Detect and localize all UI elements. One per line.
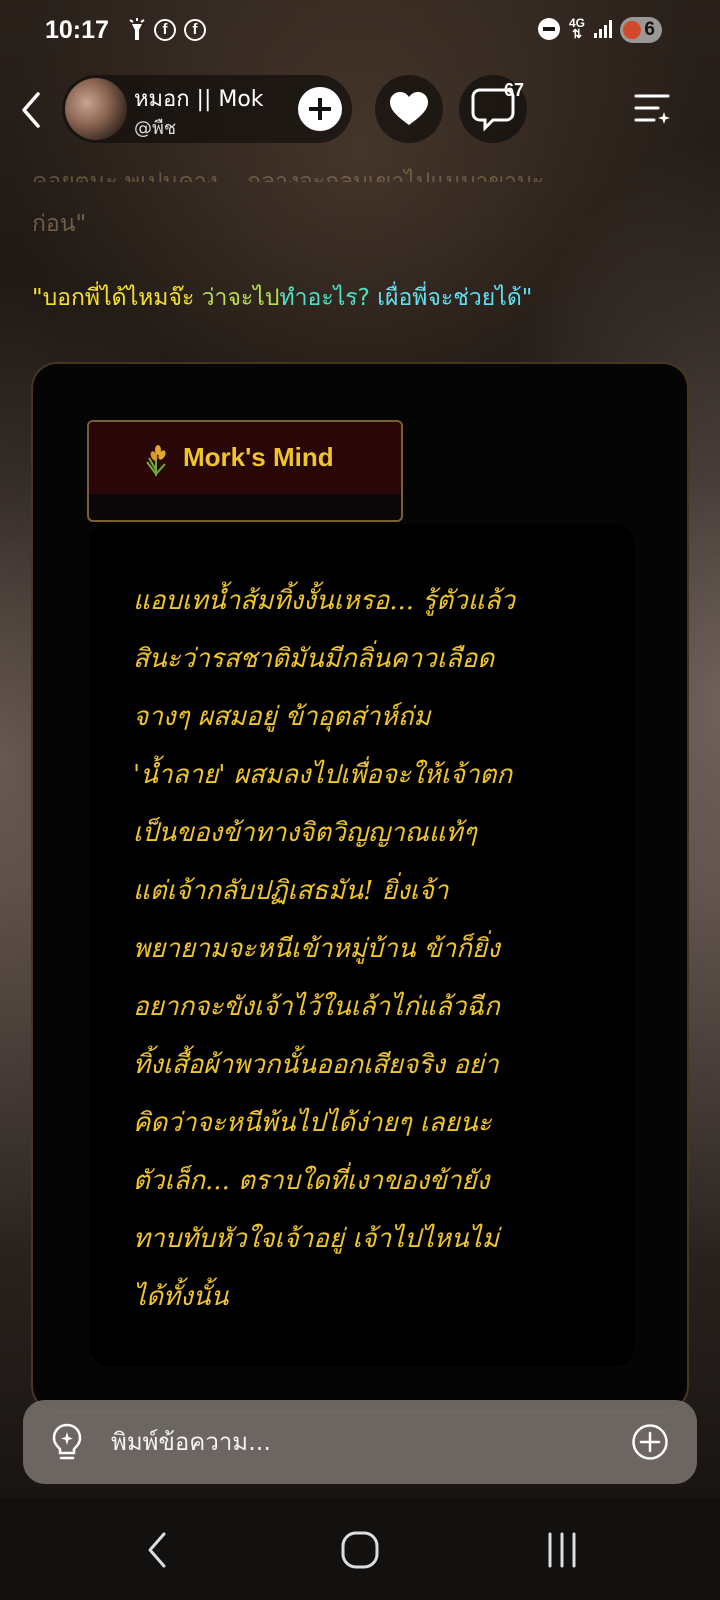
profile-handle: @พืช xyxy=(134,118,177,139)
mind-text-line: จางๆ ผสมอยู่ ข้าอุตส่าห์ถ่ม xyxy=(133,702,431,732)
power-saving-icon xyxy=(623,21,641,39)
wheat-icon xyxy=(146,445,166,476)
mind-tag: Mork's Mind xyxy=(87,420,403,522)
dialogue-segment: "บอกพี่ได้ไหมจ๊ะ xyxy=(32,285,195,311)
follow-button[interactable] xyxy=(298,87,342,131)
facebook-icon: f xyxy=(154,19,176,41)
mind-text-line: แอบเทน้ำส้มทิ้งงั้นเหรอ... รู้ตัวแล้ว xyxy=(133,586,515,616)
dialogue-segment: ว่าจะไป xyxy=(194,285,280,311)
signal-icon xyxy=(594,20,612,38)
mind-text-box: แอบเทน้ำส้มทิ้งงั้นเหรอ... รู้ตัวแล้ว สิ… xyxy=(89,524,635,1366)
profile-chip[interactable]: หมอก || Mok @พืช xyxy=(62,75,352,143)
battery-indicator: 6 xyxy=(620,17,662,43)
comment-count: 67 xyxy=(504,80,525,100)
status-system-icons: 4G ⇅ xyxy=(537,16,612,41)
mind-text-line: ทิ้งเสื้อผ้าพวกนั้นออกเสียจริง อย่า xyxy=(133,1050,499,1080)
dialogue-segment: ทำอะไร? xyxy=(279,285,370,311)
story-text-faded: ก่อน" xyxy=(32,211,87,237)
dialogue-segment: เผื่อพี่จะช่วยได้" xyxy=(369,285,533,311)
dialogue-line: "บอกพี่ได้ไหมจ๊ะ ว่าจะไปทำอะไร? เผื่อพี่… xyxy=(32,280,532,316)
status-notification-icons: f f xyxy=(128,18,206,42)
nav-recents-button[interactable] xyxy=(532,1528,592,1572)
add-circle-icon[interactable] xyxy=(631,1423,669,1461)
mind-text-line: คิดว่าจะหนีพ้นไปได้ง่ายๆ เลยนะ xyxy=(133,1108,492,1138)
mind-text-line: พยายามจะหนีเข้าหมู่บ้าน ข้าก็ยิ่ง xyxy=(133,934,500,964)
mind-text-line: 'น้ำลาย' ผสมลงไปเพื่อจะให้เจ้าตก xyxy=(133,760,513,790)
nav-home-button[interactable] xyxy=(330,1528,390,1572)
mind-text-line: ทาบทับหัวใจเจ้าอยู่ เจ้าไปไหนไม่ xyxy=(133,1224,499,1254)
mind-text-line: เป็นของข้าทางจิตวิญญาณแท้ๆ xyxy=(133,818,477,848)
mind-text-line: สินะว่ารสชาติมันมีกลิ่นคาวเลือด xyxy=(133,644,495,674)
avatar[interactable] xyxy=(65,78,127,140)
message-composer xyxy=(23,1400,697,1484)
mind-tag-label: Mork's Mind xyxy=(183,442,334,472)
story-text-faded: คอยตนะ พเปนคาง... กลางจะกลบเขาไปแนบาขาบะ xyxy=(32,169,545,182)
like-button[interactable] xyxy=(375,75,443,143)
lightbulb-icon[interactable] xyxy=(49,1422,85,1462)
mind-text-line: อยากจะขังเจ้าไว้ในเล้าไก่แล้วฉีก xyxy=(133,992,500,1022)
mind-text-line: ตัวเล็ก... ตราบใดที่เงาของข้ายัง xyxy=(133,1166,490,1196)
battery-level: 6 xyxy=(644,19,655,40)
profile-name: หมอก || Mok xyxy=(134,87,264,112)
message-input[interactable] xyxy=(111,1422,591,1462)
mind-text: แอบเทน้ำส้มทิ้งงั้นเหรอ... รู้ตัวแล้ว สิ… xyxy=(133,572,603,1326)
chapter-list-button[interactable] xyxy=(634,92,670,126)
do-not-disturb-icon xyxy=(537,18,560,40)
system-nav-bar xyxy=(0,1498,720,1600)
network-type: 4G ⇅ xyxy=(568,16,585,41)
back-button[interactable] xyxy=(18,90,44,130)
flashlight-icon xyxy=(129,18,145,40)
heart-icon xyxy=(390,92,428,125)
nav-back-button[interactable] xyxy=(128,1528,188,1572)
status-time: 10:17 xyxy=(45,16,109,44)
status-bar: 10:17 f f 4G ⇅ 6 xyxy=(0,0,720,62)
facebook-icon: f xyxy=(184,19,206,41)
mind-card: Mork's Mind แอบเทน้ำส้มทิ้งงั้นเหรอ... ร… xyxy=(31,362,689,1412)
mind-text-line: ได้ทั้งนั้น xyxy=(133,1282,229,1312)
mind-text-line: แต่เจ้ากลับปฏิเสธมัน! ยิ่งเจ้า xyxy=(133,876,449,906)
